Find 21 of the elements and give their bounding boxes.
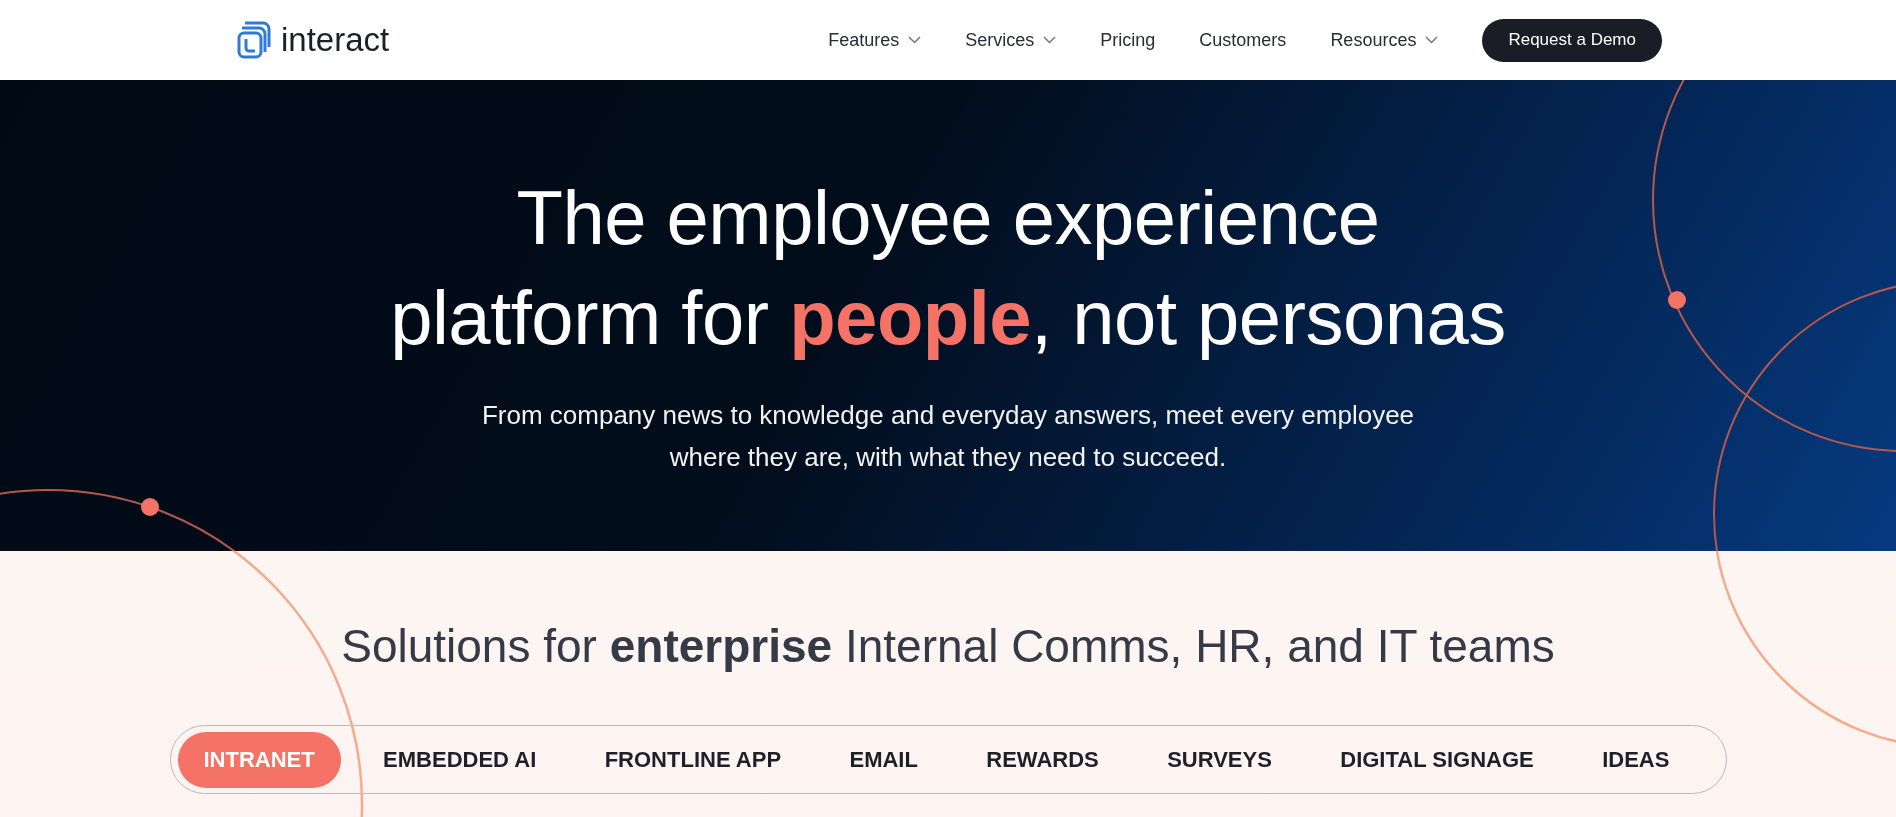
solution-tab[interactable]: REWARDS bbox=[960, 731, 1125, 788]
request-demo-button[interactable]: Request a Demo bbox=[1482, 18, 1662, 62]
nav-link[interactable]: Pricing bbox=[1100, 29, 1156, 51]
chevron-down-icon bbox=[1043, 36, 1057, 44]
chevron-down-icon bbox=[908, 36, 922, 44]
solution-tab[interactable]: SURVEYS bbox=[1141, 731, 1298, 788]
solution-tab[interactable]: EMAIL bbox=[823, 731, 944, 788]
solution-tab[interactable]: IDEAS bbox=[1576, 731, 1696, 788]
nav-link[interactable]: Services bbox=[965, 29, 1057, 51]
solution-tab[interactable]: FRONTLINE APP bbox=[578, 731, 808, 788]
chevron-down-icon bbox=[1425, 36, 1439, 44]
solution-tab[interactable]: DIGITAL SIGNAGE bbox=[1314, 731, 1560, 788]
nav-link[interactable]: Customers bbox=[1199, 29, 1287, 51]
hero-subtitle: From company news to knowledge and everyday answers, meet every employee where they are, with what they need to succeed. bbox=[480, 399, 1416, 474]
logo-icon bbox=[237, 21, 271, 59]
nav-link[interactable]: Resources bbox=[1330, 29, 1439, 51]
nav-link[interactable]: Features bbox=[828, 29, 922, 51]
solutions-heading: Solutions for enterprise Internal Comms, HR, and IT teams bbox=[341, 619, 1555, 673]
solution-tab[interactable]: EMBEDDED AI bbox=[357, 731, 563, 788]
hero-headline: The employee experience platform for people, not personas bbox=[389, 174, 1507, 362]
logo-wordmark[interactable]: interact bbox=[281, 21, 390, 59]
